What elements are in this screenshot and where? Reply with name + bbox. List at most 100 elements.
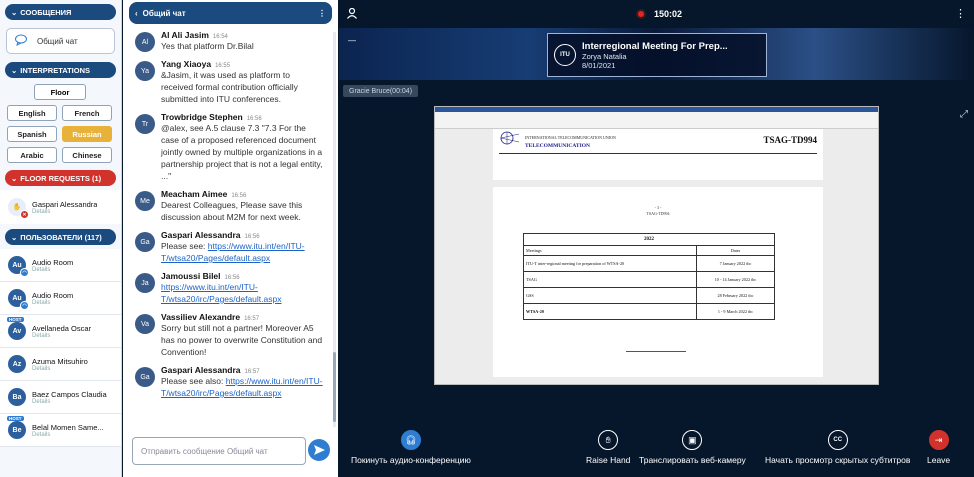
message-text: Dearest Colleagues, Please save this dis… [161,200,303,222]
messages-header[interactable]: ⌄ СООБЩЕНИЯ [5,4,116,20]
user-details-link[interactable]: Details [32,267,73,273]
doc-page-content: - 3 - TSAG-TD994 2022 Meetings Dates ITU-… [493,187,823,377]
sidebar: ⌄ СООБЩЕНИЯ Общий чат ⌄ INTERPRETATIONS … [0,0,122,477]
message-text: Sorry but still not a partner! Moreover … [161,323,323,357]
minimize-icon[interactable]: — [348,36,356,45]
message-text: Yes that platform Dr.Bilal [161,41,254,51]
hand-icon: ✋︎ [598,430,619,450]
chat-header: ‹ Общий чат ⋮ [129,2,332,24]
chevron-down-icon: ⌄ [11,232,18,242]
interpretations-header[interactable]: ⌄ INTERPRETATIONS [5,62,116,78]
message-link[interactable]: https://www.itu.int/en/ITU-T/wtsa20/irc/… [161,282,281,304]
top-bar: 150:02 ⋮ [339,0,974,28]
user-details-link[interactable]: Details [32,432,104,438]
headphones-icon: ◠ [20,301,29,310]
avatar: Ba [8,388,26,406]
avatar: Be HOST [7,416,26,439]
chat-message: Ga Gaspari Alessandra 16:57 Please see also… [123,365,330,399]
doc-page-header: INTERNATIONAL TELECOMMUNICATION UNION TE… [493,129,823,180]
user-name: Belal Momen Same... [32,422,104,432]
sender-name: Gaspari Alessandra [161,230,241,240]
user-name: Audio Room [32,290,74,300]
floor-request-item[interactable]: ✋ ✕ Gaspari Alessandra Details [0,190,121,224]
avatar: Al [135,32,155,52]
language-button-english[interactable]: English [7,105,57,121]
public-chat-item[interactable]: Общий чат [6,28,115,54]
fullscreen-icon[interactable]: ⤢ [960,109,968,120]
share-webcam-button[interactable]: ▣ Транслировать веб-камеру [639,430,746,465]
headphones-icon: 🎧︎ [400,430,421,450]
user-row[interactable]: Ba Baez Campos Claudia Details [0,381,121,414]
sender-name: Jamoussi Bilel [161,271,221,281]
table-row: TSAG 10 - 14 January 2022 tbc [523,271,776,288]
user-list: Au ◠ Audio Room Details Au ◠ Audio Room Details… [0,249,121,447]
leave-button[interactable]: ⇥ Leave [927,430,950,465]
control-bar: 🎧︎ Покинуть аудио-конференцию ✋︎ Raise H… [339,425,974,477]
chevron-down-icon: ⌄ [11,7,18,17]
user-details-link[interactable]: Details [32,300,73,306]
floor-button[interactable]: Floor [34,84,86,100]
chat-message: Ja Jamoussi Bilel 16:56 https://www.itu.int… [123,271,330,305]
floor-requests-header[interactable]: ⌄ FLOOR REQUESTS (1) [5,170,116,186]
user-details-link[interactable]: Details [32,333,91,339]
itu-logo: ITU [554,44,576,66]
chat-message: Al Al Ali Jasim 16:54 Yes that platform Dr.… [123,30,330,52]
meeting-date: 8/01/2021 [582,60,616,70]
user-name: Azuma Mitsuhiro [32,356,88,366]
more-options-icon[interactable]: ⋮ [955,7,966,20]
speaker-label: Gracie Bruce(00:04) [343,85,419,97]
closed-captions-button[interactable]: CC Начать просмотр скрытых субтитров [765,430,910,465]
user-name: Audio Room [32,257,74,267]
avatar: Ja [135,273,155,293]
avatar: Ga [135,367,155,387]
table-row: GSS 28 February 2022 tbc [523,287,776,304]
users-header[interactable]: ⌄ ПОЛЬЗОВАТЕЛИ (117) [5,229,116,245]
meetings-table: 2022 Meetings Dates ITU-T inter-regional … [523,233,776,320]
avatar: Me [135,191,155,211]
more-options-icon[interactable]: ⋮ [318,9,326,18]
chat-input[interactable]: Отправить сообщение Общий чат [132,437,306,465]
avatar: Au ◠ [8,256,29,277]
user-row[interactable]: Au ◠ Audio Room Details [0,282,121,315]
language-button-french[interactable]: French [62,105,112,121]
send-icon [313,445,325,455]
record-icon[interactable] [636,9,646,19]
user-row[interactable]: Be HOST Belal Momen Same... Details [0,414,121,447]
chat-message: Va Vassiliev Alexandre 16:57 Sorry but stil… [123,312,330,358]
hand-icon: ✋ ✕ [8,198,29,219]
message-text: Please see also: [161,376,226,386]
message-text: &Jasim, it was used as platform to recei… [161,70,298,104]
user-row[interactable]: Au ◠ Audio Room Details [0,249,121,282]
avatar: Va [135,314,155,334]
leave-audio-button[interactable]: 🎧︎ Покинуть аудио-конференцию [351,430,471,465]
chat-bubbles-icon [15,34,29,48]
language-button-spanish[interactable]: Spanish [7,126,57,142]
itu-doc-logo [500,131,520,145]
meeting-title: Interregional Meeting For Prep... [582,40,728,52]
chat-title: Общий чат [142,8,186,18]
avatar: Au ◠ [8,289,29,310]
user-name: Avellaneda Oscar [32,323,92,333]
user-row[interactable]: Av HOST Avellaneda Oscar Details [0,315,121,348]
sender-name: Meacham Aimee [161,189,228,199]
user-details-link[interactable]: Details [32,399,107,405]
message-list: Al Al Ali Jasim 16:54 Yes that platform Dr.… [123,30,330,429]
user-details-link[interactable]: Details [32,366,88,372]
chevron-down-icon: ⌄ [11,173,18,183]
avatar: Az [8,355,26,373]
avatar: Ga [135,232,155,252]
sender-name: Trowbridge Stephen [161,112,243,122]
language-button-arabic[interactable]: Arabic [7,147,57,163]
avatar: Ya [135,61,155,81]
chat-message: Ya Yang Xiaoya 16:55 &Jasim, it was used as… [123,59,330,105]
raise-hand-button[interactable]: ✋︎ Raise Hand [586,430,630,465]
chevron-left-icon[interactable]: ‹ [135,9,138,18]
language-button-russian[interactable]: Russian [62,126,112,142]
send-button[interactable] [308,439,330,461]
headphones-icon: ◠ [20,268,29,277]
user-icon[interactable] [347,7,357,21]
user-row[interactable]: Az Azuma Mitsuhiro Details [0,348,121,381]
language-button-chinese[interactable]: Chinese [62,147,112,163]
closed-captions-icon: CC [827,430,848,450]
chat-scrollbar[interactable] [333,32,336,427]
